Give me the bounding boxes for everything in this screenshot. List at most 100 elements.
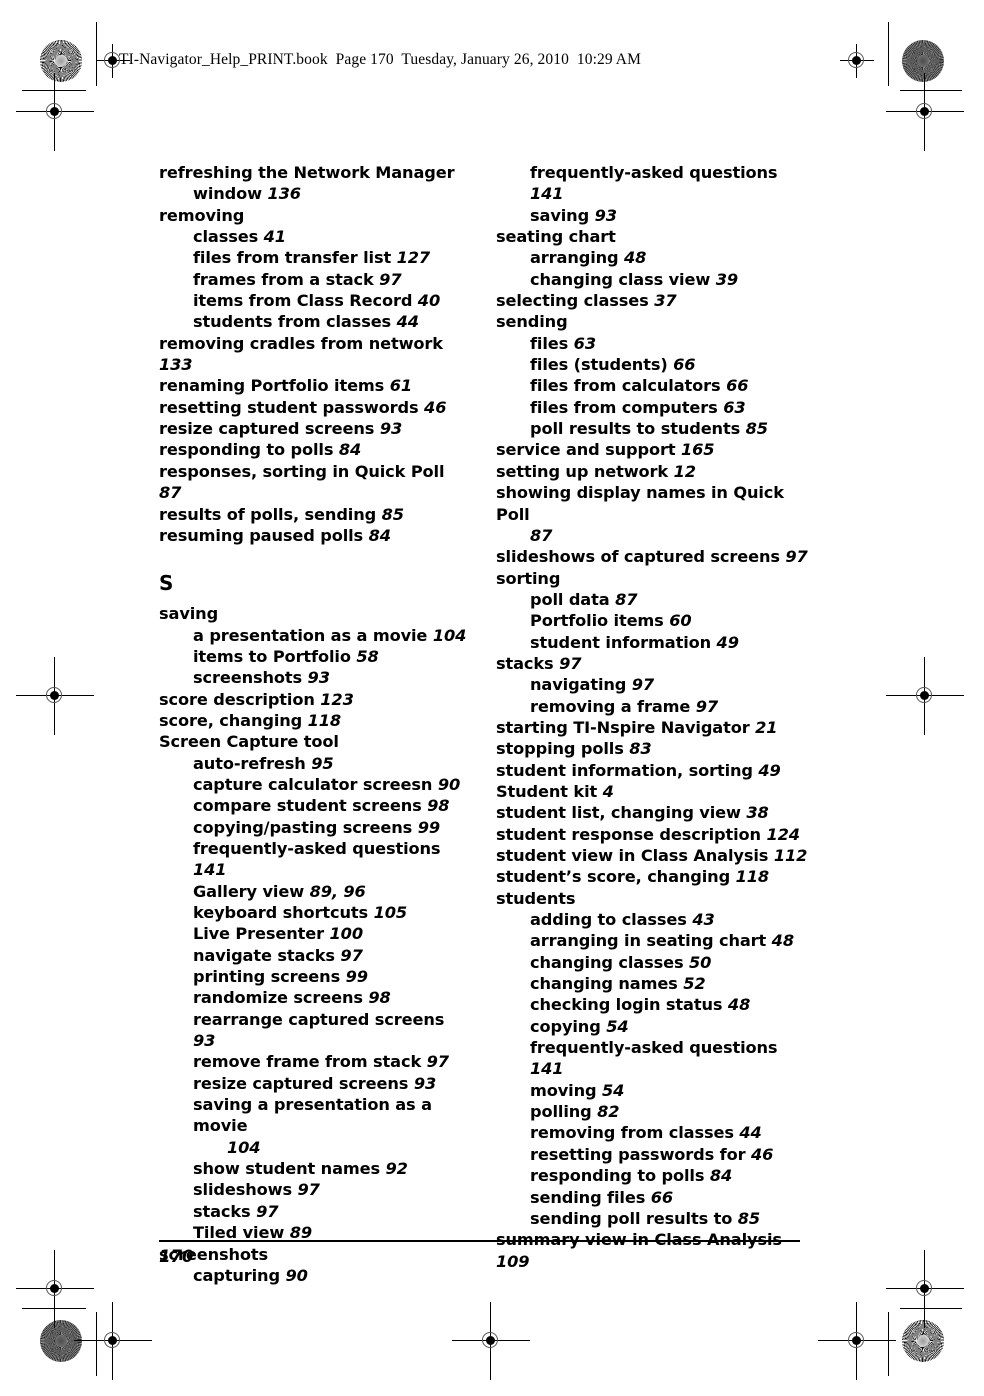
index-entry-page-number: 54	[606, 1016, 629, 1036]
index-entry-page-number: 48	[727, 995, 751, 1015]
index-entry-page-number: 61	[389, 376, 412, 396]
index-entry-page-number: 95	[311, 753, 334, 773]
index-entry: resuming paused polls 84	[159, 525, 469, 546]
index-entry: setting up network 12	[496, 461, 808, 482]
index-entry-page-number: 60	[669, 611, 692, 631]
index-entry: removing from classes 44	[496, 1122, 808, 1143]
index-entry-label: files from calculators	[530, 376, 727, 396]
index-entry-page-number: 12	[673, 461, 696, 481]
index-entry: capture calculator screesn 90	[159, 774, 469, 795]
index-entry-label: removing	[159, 205, 245, 225]
index-entry-page-number: 97	[379, 269, 402, 289]
index-entry: responding to polls 84	[496, 1165, 808, 1186]
index-entry: files 63	[496, 333, 808, 354]
index-entry: Portfolio items 60	[496, 610, 808, 631]
index-entry-page-number: 4	[602, 781, 614, 801]
index-entry-label: student’s score, changing	[496, 867, 736, 887]
index-entry-label: saving a presentation as a movie	[193, 1095, 438, 1136]
index-entry: resize captured screens 93	[159, 1073, 469, 1094]
index-entry-label: capture calculator screesn	[193, 774, 438, 794]
index-entry-page-number: 97	[785, 547, 808, 567]
index-entry: sending poll results to 85	[496, 1208, 808, 1229]
index-entry: arranging 48	[496, 247, 808, 268]
index-entry: poll data 87	[496, 589, 808, 610]
registration-target-bottom-center	[452, 1302, 530, 1380]
registration-target-lower-right	[886, 1250, 964, 1328]
index-entry-label: items from Class Record	[193, 291, 418, 311]
index-entry: auto-refresh 95	[159, 753, 469, 774]
index-entry: student’s score, changing 118	[496, 866, 808, 887]
index-entry-label: resuming paused polls	[159, 525, 369, 545]
index-entry-page-number: 97	[297, 1180, 320, 1200]
registration-target-upper-left	[16, 73, 94, 151]
index-column-right: frequently-asked questions 141 saving 93 s…	[496, 162, 808, 1272]
index-entry: keyboard shortcuts 105	[159, 902, 469, 923]
index-entry-page-number: 97	[631, 675, 655, 695]
index-entry-page-number: 52	[683, 974, 706, 994]
document-page: TI-Navigator_Help_PRINT.book Page 170 Tu…	[0, 0, 984, 1396]
index-entry: service and support 165	[496, 439, 808, 460]
index-entry-page-number: 82	[597, 1102, 620, 1122]
index-entry-label: sorting	[496, 568, 561, 588]
index-entry-page-number: 97	[426, 1052, 449, 1072]
index-entry-page-number: 38	[746, 803, 769, 823]
footer-rule	[159, 1240, 800, 1242]
index-entry-label: student information	[530, 632, 717, 652]
index-entry: Student kit 4	[496, 781, 808, 802]
index-entry-page-number: 46	[750, 1144, 774, 1164]
index-entry-label: checking login status	[530, 995, 728, 1015]
index-entry-label: setting up network	[496, 461, 674, 481]
index-entry-label: randomize screens	[193, 988, 369, 1008]
index-entry-label: files (students)	[530, 355, 674, 375]
index-entry: files from computers 63	[496, 397, 808, 418]
index-entry-page-number: 127	[396, 248, 431, 268]
index-entry-page-number: 66	[726, 376, 749, 396]
index-entry: Screen Capture tool	[159, 731, 469, 752]
index-entry-page-number: 85	[381, 504, 404, 524]
index-entry-page-number: 93	[594, 205, 617, 225]
index-entry: removing a frame 97	[496, 696, 808, 717]
index-entry-page-number: 93	[307, 668, 330, 688]
index-entry: responses, sorting in Quick Poll 87	[159, 461, 469, 504]
index-entry-label: sending files	[530, 1187, 651, 1207]
index-entry: saving 93	[496, 205, 808, 226]
index-entry: students	[496, 888, 808, 909]
index-entry-label: rearrange captured screens	[193, 1009, 450, 1029]
index-entry-page-number: 66	[673, 355, 696, 375]
index-entry-page-number: 49	[758, 760, 781, 780]
index-entry: screenshots	[159, 1244, 469, 1265]
index-entry-page-number: 97	[559, 653, 582, 673]
index-entry: Live Presenter 100	[159, 923, 469, 944]
index-entry-label: frequently-asked questions	[530, 163, 783, 182]
index-entry: capturing 90	[159, 1265, 469, 1286]
index-entry-label: removing a frame	[530, 696, 696, 716]
index-entry-label: score, changing	[159, 710, 308, 730]
index-entry-label: service and support	[496, 440, 681, 460]
index-entry-page-number: 89, 96	[309, 881, 366, 901]
index-entry-label: polling	[530, 1102, 598, 1122]
index-entry-label: stacks	[496, 653, 560, 673]
index-entry-label: students from classes	[193, 312, 397, 332]
index-entry-page-number: 133	[159, 355, 193, 375]
index-entry-label: navigate stacks	[193, 945, 341, 965]
registration-target-lower-left	[16, 1250, 94, 1328]
index-entry-page-number: 41	[263, 227, 286, 247]
index-entry-continuation-label: window	[193, 184, 268, 204]
index-entry-label: stopping polls	[496, 739, 630, 759]
index-entry: student information, sorting 49	[496, 760, 808, 781]
index-entry-label: removing cradles from network	[159, 333, 449, 353]
index-entry-page-number: 136	[267, 184, 302, 204]
index-entry-label: compare student screens	[193, 796, 428, 816]
index-entry-page-number: 90	[285, 1265, 308, 1285]
index-entry: arranging in seating chart 48	[496, 930, 808, 951]
index-entry-label: frequently-asked questions	[193, 838, 446, 858]
index-entry-label: resize captured screens	[193, 1073, 414, 1093]
index-entry-label: student view in Class Analysis	[496, 846, 774, 865]
index-column-left: refreshing the Network Manager window 136…	[159, 162, 469, 1286]
index-entry-label: stacks	[193, 1201, 257, 1221]
index-entry-label: seating chart	[496, 227, 616, 247]
index-entry-label: renaming Portfolio items	[159, 376, 390, 396]
index-entry-page-number: 48	[771, 931, 794, 951]
index-entry-page-number: 99	[417, 817, 440, 837]
index-entry-label: classes	[193, 227, 264, 247]
